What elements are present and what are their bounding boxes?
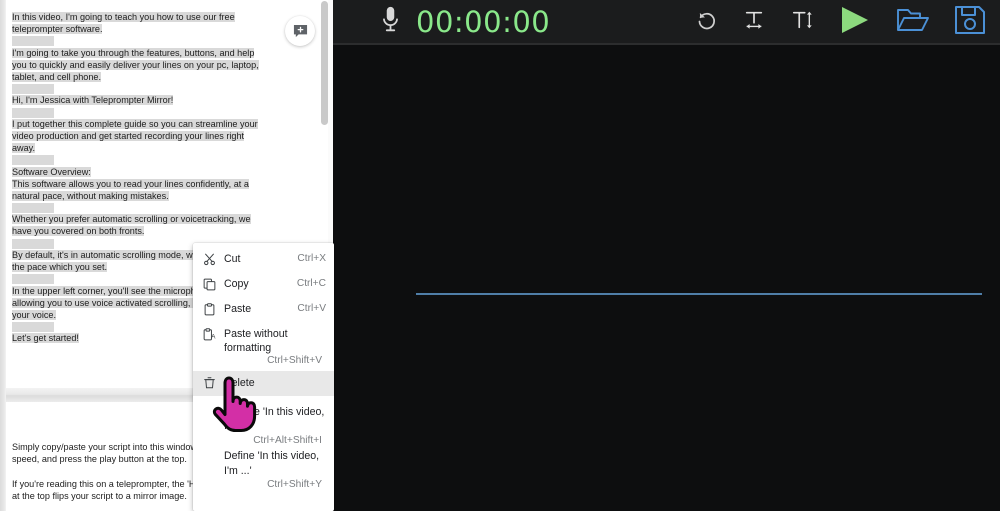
doc-paragraph-text: I put together this complete guide so yo… (12, 119, 258, 153)
doc-paragraph-text: Hi, I'm Jessica with Teleprompter Mirror… (12, 95, 174, 106)
microphone-icon (379, 5, 402, 40)
microphone-button[interactable] (379, 5, 402, 40)
doc-paragraph: Software Overview: (12, 166, 262, 179)
play-icon[interactable] (838, 5, 872, 40)
doc-paragraph-text: Let's get started! (12, 333, 79, 344)
context-menu-item-paste[interactable]: Paste Ctrl+V (193, 297, 334, 322)
context-menu-shortcut: Ctrl+Shift+V (267, 355, 322, 366)
context-menu-shortcut: Ctrl+C (296, 278, 326, 289)
reset-icon[interactable] (696, 9, 718, 36)
scissors-icon (201, 251, 217, 267)
doc-paragraph-text: In this video, I'm going to teach you ho… (12, 12, 235, 34)
add-comment-icon (293, 24, 308, 39)
clipboard-text-icon: A (201, 326, 217, 342)
clipboard-icon (201, 301, 217, 317)
context-menu-label: Delete (224, 376, 255, 389)
doc-paragraph-text: Whether you prefer automatic scrolling o… (12, 214, 251, 237)
doc-blank-line (12, 155, 262, 167)
context-menu-item-define[interactable]: Define 'In this video, I'm ...' Ctrl+Shi… (193, 449, 334, 493)
context-menu-label: Copy (224, 278, 249, 290)
add-comment-button[interactable] (285, 16, 315, 46)
context-menu-shortcut: Ctrl+X (297, 253, 326, 264)
context-menu-item-cut[interactable]: Cut Ctrl+X (193, 247, 334, 272)
doc-paragraph: I'm going to take you through the featur… (12, 47, 262, 84)
context-menu-shortcut-paste-without-formatting: Ctrl+Shift+V (193, 354, 334, 369)
doc-blank-line (12, 83, 262, 95)
open-folder-icon[interactable] (896, 5, 930, 40)
doc-paragraph: I put together this complete guide so yo… (12, 119, 262, 155)
context-menu-item-delete[interactable]: Delete (193, 370, 334, 396)
doc-paragraph-text: This software allows you to read your li… (12, 178, 249, 201)
context-menu-label: Explore 'In this video, I'm ...' (224, 405, 325, 433)
context-menu-label: Define 'In this video, I'm ...' (224, 450, 320, 477)
doc-paragraph-text: Software Overview: (12, 166, 91, 177)
teleprompter-stage[interactable] (333, 45, 1000, 511)
text-width-icon[interactable] (742, 9, 766, 36)
context-menu-label: Paste without formatting (224, 328, 288, 354)
doc-paragraph: This software allows you to read your li… (12, 178, 262, 203)
context-menu[interactable]: Cut Ctrl+X Copy Ctrl+C Paste Ctrl+V A Pa… (193, 243, 334, 511)
doc-blank-line (12, 107, 262, 119)
context-menu-shortcut: Ctrl+Shift+Y (267, 479, 322, 490)
teleprompter-pane: 00:00:00 (333, 0, 1000, 511)
teleprompter-tool-icons (696, 5, 1000, 40)
context-menu-item-explore[interactable]: Explore 'In this video, I'm ...' Ctrl+Al… (193, 405, 334, 449)
reading-guide-line (416, 293, 982, 295)
doc-blank-line (12, 36, 262, 48)
svg-text:A: A (211, 333, 216, 340)
context-menu-label: Cut (224, 253, 241, 265)
document-scrollbar-thumb[interactable] (321, 1, 328, 125)
copy-icon (201, 276, 217, 292)
doc-blank-line (12, 202, 262, 214)
save-icon[interactable] (954, 5, 986, 40)
doc-paragraph-text: I'm going to take you through the featur… (12, 47, 259, 82)
context-menu-label: Paste (224, 303, 252, 315)
doc-paragraph: In this video, I'm going to teach you ho… (12, 12, 262, 36)
context-menu-item-copy[interactable]: Copy Ctrl+C (193, 272, 334, 297)
trash-icon (201, 375, 217, 391)
doc-paragraph: Hi, I'm Jessica with Teleprompter Mirror… (12, 95, 262, 107)
context-menu-shortcut: Ctrl+V (297, 303, 326, 314)
text-height-icon[interactable] (790, 9, 814, 36)
doc-paragraph: Whether you prefer automatic scrolling o… (12, 214, 262, 238)
teleprompter-toolbar: 00:00:00 (333, 0, 1000, 44)
app-root: In this video, I'm going to teach you ho… (0, 0, 1000, 511)
context-menu-item-paste-without-formatting[interactable]: A Paste without formatting (193, 322, 334, 354)
context-menu-shortcut: Ctrl+Alt+Shift+I (253, 434, 322, 446)
elapsed-timer: 00:00:00 (416, 4, 551, 39)
